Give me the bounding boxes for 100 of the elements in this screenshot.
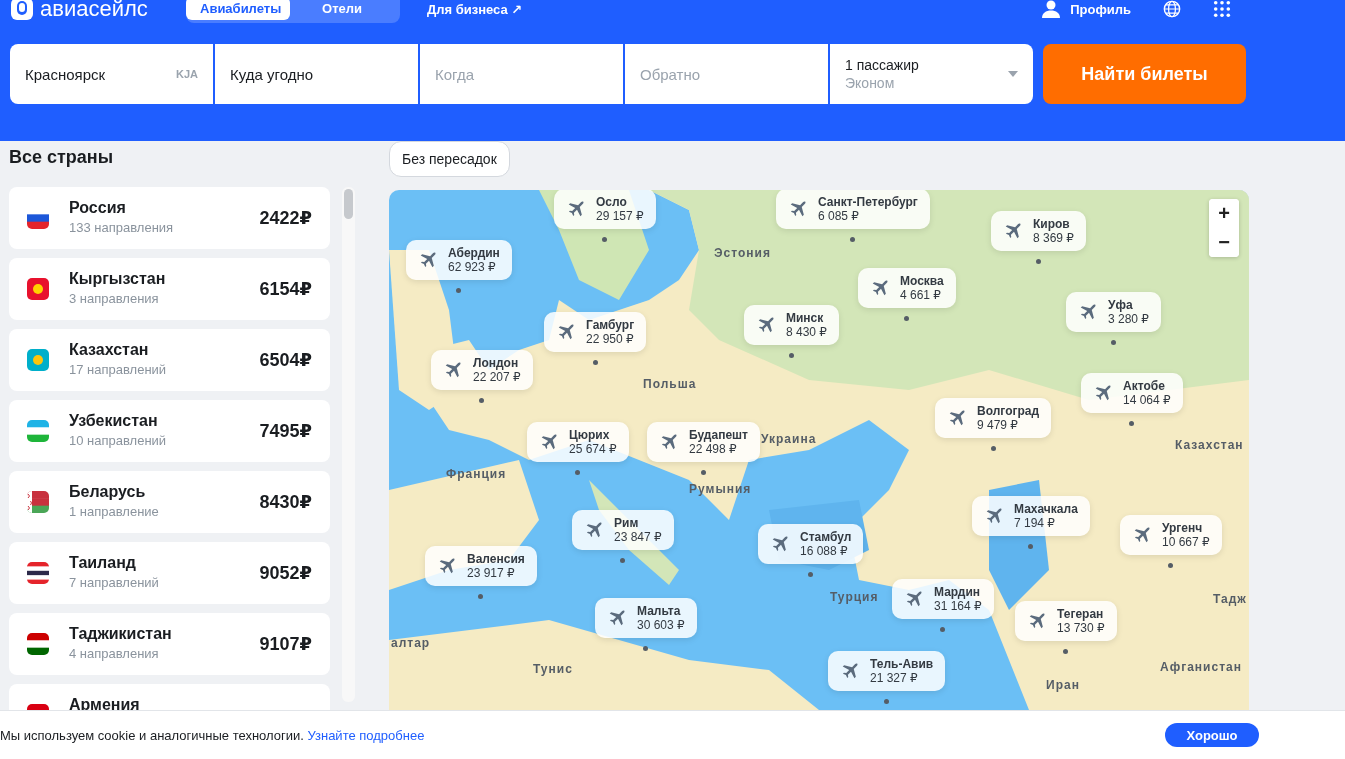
location-dot <box>1111 340 1116 345</box>
city-name: Будапешт <box>689 428 748 442</box>
destination-count: 133 направления <box>69 220 175 235</box>
city-price: 21 327 ₽ <box>870 671 919 685</box>
country-card[interactable]: Таджикистан 4 направления 9107₽ <box>9 613 330 675</box>
city-price: 16 088 ₽ <box>800 544 849 558</box>
zoom-in-button[interactable]: + <box>1209 199 1239 228</box>
location-dot <box>940 627 946 632</box>
country-name: Армения <box>69 696 141 714</box>
scrollbar[interactable] <box>342 187 355 702</box>
city-name: Стамбул <box>800 530 852 544</box>
profile-button[interactable]: Профиль <box>1041 0 1131 19</box>
location-dot <box>1028 544 1034 549</box>
location-dot <box>850 237 856 242</box>
plane-icon <box>443 360 463 380</box>
plane-icon <box>584 520 604 540</box>
passengers-dropdown[interactable]: 1 пассажир Эконом <box>830 44 1033 104</box>
city-name: Тегеран <box>1057 607 1105 621</box>
plane-icon <box>870 278 890 298</box>
price-bubble[interactable]: Мардин 31 164 ₽ <box>892 579 994 619</box>
city-name: Волгоград <box>977 404 1040 418</box>
price-bubble[interactable]: Тель-Авив 21 327 ₽ <box>828 651 946 691</box>
plane-icon <box>1078 302 1098 322</box>
location-dot <box>1168 563 1174 568</box>
price-bubble[interactable]: Махачкала 7 194 ₽ <box>972 496 1090 536</box>
plane-icon <box>566 199 586 219</box>
sidebar-title: Все страны <box>9 147 115 167</box>
city-price: 22 207 ₽ <box>473 370 521 384</box>
city-price: 3 280 ₽ <box>1108 312 1149 326</box>
country-name: Россия <box>69 199 127 217</box>
country-price: 2422₽ <box>259 207 312 229</box>
city-price: 23 917 ₽ <box>467 566 516 580</box>
flag-icon <box>27 633 49 655</box>
return-date-field[interactable]: Обратно <box>625 44 828 104</box>
city-price: 6 085 ₽ <box>818 209 860 223</box>
country-label: Казахстан <box>1175 438 1244 452</box>
price-bubble[interactable]: Санкт-Петербург 6 085 ₽ <box>776 190 930 229</box>
country-name: Беларусь <box>69 483 147 501</box>
plane-icon <box>418 250 438 270</box>
price-bubble[interactable]: Лондон 22 207 ₽ <box>431 350 533 390</box>
tab[interactable]: Отели <box>290 0 394 20</box>
zoom-out-button[interactable]: − <box>1209 228 1239 257</box>
country-card[interactable]: Россия 133 направления 2422₽ <box>9 187 330 249</box>
city-name: Уфа <box>1108 298 1134 312</box>
filter-chip[interactable]: Без пересадок <box>389 141 510 177</box>
price-bubble[interactable]: Мальта 30 603 ₽ <box>595 598 697 638</box>
city-name: Киров <box>1033 217 1071 231</box>
price-bubble[interactable]: Рим 23 847 ₽ <box>572 510 674 550</box>
business-link[interactable]: Для бизнеса ↗ <box>427 1 523 17</box>
location-dot <box>643 646 649 651</box>
destination-count: 10 направлений <box>69 433 168 448</box>
price-bubble[interactable]: Актобе 14 064 ₽ <box>1081 373 1183 413</box>
price-bubble[interactable]: Осло 29 157 ₽ <box>554 190 656 229</box>
destination-field[interactable]: Куда угодно <box>215 44 418 104</box>
price-bubble[interactable]: Ургенч 10 667 ₽ <box>1120 515 1222 555</box>
city-price: 23 847 ₽ <box>614 530 662 544</box>
price-bubble[interactable]: Цюрих 25 674 ₽ <box>527 422 629 462</box>
price-bubble[interactable]: Киров 8 369 ₽ <box>991 211 1086 251</box>
price-bubble[interactable]: Волгоград 9 479 ₽ <box>935 398 1052 438</box>
country-label: Тунис <box>533 662 573 676</box>
city-price: 4 661 ₽ <box>900 288 942 302</box>
location-dot <box>1036 259 1041 264</box>
price-bubble[interactable]: Абердин 62 923 ₽ <box>406 240 512 280</box>
country-card[interactable]: Таиланд 7 направлений 9052₽ <box>9 542 330 604</box>
price-bubble[interactable]: Москва 4 661 ₽ <box>858 268 956 308</box>
country-card[interactable]: Узбекистан 10 направлений 7495₽ <box>9 400 330 462</box>
destination-count: 17 направлений <box>69 362 168 377</box>
city-price: 25 674 ₽ <box>569 442 617 456</box>
depart-date-field[interactable]: Когда <box>420 44 623 104</box>
country-label: Украина <box>761 432 817 446</box>
origin-field[interactable]: Красноярск KJA <box>10 44 213 104</box>
globe-icon[interactable] <box>1163 0 1181 18</box>
city-price: 8 430 ₽ <box>786 325 827 339</box>
price-bubble[interactable]: Будапешт 22 498 ₽ <box>647 422 760 462</box>
person-icon <box>1041 0 1062 19</box>
location-dot <box>1063 649 1069 654</box>
price-bubble[interactable]: Стамбул 16 088 ₽ <box>758 524 864 564</box>
city-price: 13 730 ₽ <box>1057 621 1105 635</box>
city-name: Актобе <box>1123 379 1166 393</box>
price-bubble[interactable]: Уфа 3 280 ₽ <box>1066 292 1161 332</box>
price-bubble[interactable]: Гамбург 22 950 ₽ <box>544 312 647 352</box>
price-bubble[interactable]: Валенсия 23 917 ₽ <box>425 546 537 586</box>
tab[interactable]: Авиабилеты <box>186 0 290 20</box>
country-card[interactable]: Казахстан 17 направлений 6504₽ <box>9 329 330 391</box>
location-dot <box>700 470 706 475</box>
price-bubble[interactable]: Минск 8 430 ₽ <box>744 305 839 345</box>
flag-icon <box>27 562 49 584</box>
country-card[interactable]: Кыргызстан 3 направления 6154₽ <box>9 258 330 320</box>
country-price: 9107₽ <box>259 633 312 655</box>
price-bubble[interactable]: Тегеран 13 730 ₽ <box>1015 601 1117 641</box>
location-dot <box>575 470 581 475</box>
accept-button[interactable]: Хорошо <box>1165 723 1259 747</box>
city-price: 9 479 ₽ <box>977 418 1019 432</box>
country-card[interactable]: Беларусь 1 направление 8430₽ <box>9 471 330 533</box>
plane-icon <box>607 608 627 628</box>
logo-text: авиасейлс <box>40 0 148 20</box>
destination-count: 4 направления <box>69 646 160 661</box>
location-dot <box>592 360 598 365</box>
learn-more-link[interactable]: Узнайте подробнее <box>307 727 425 743</box>
apps-grid-icon[interactable] <box>1213 0 1231 18</box>
